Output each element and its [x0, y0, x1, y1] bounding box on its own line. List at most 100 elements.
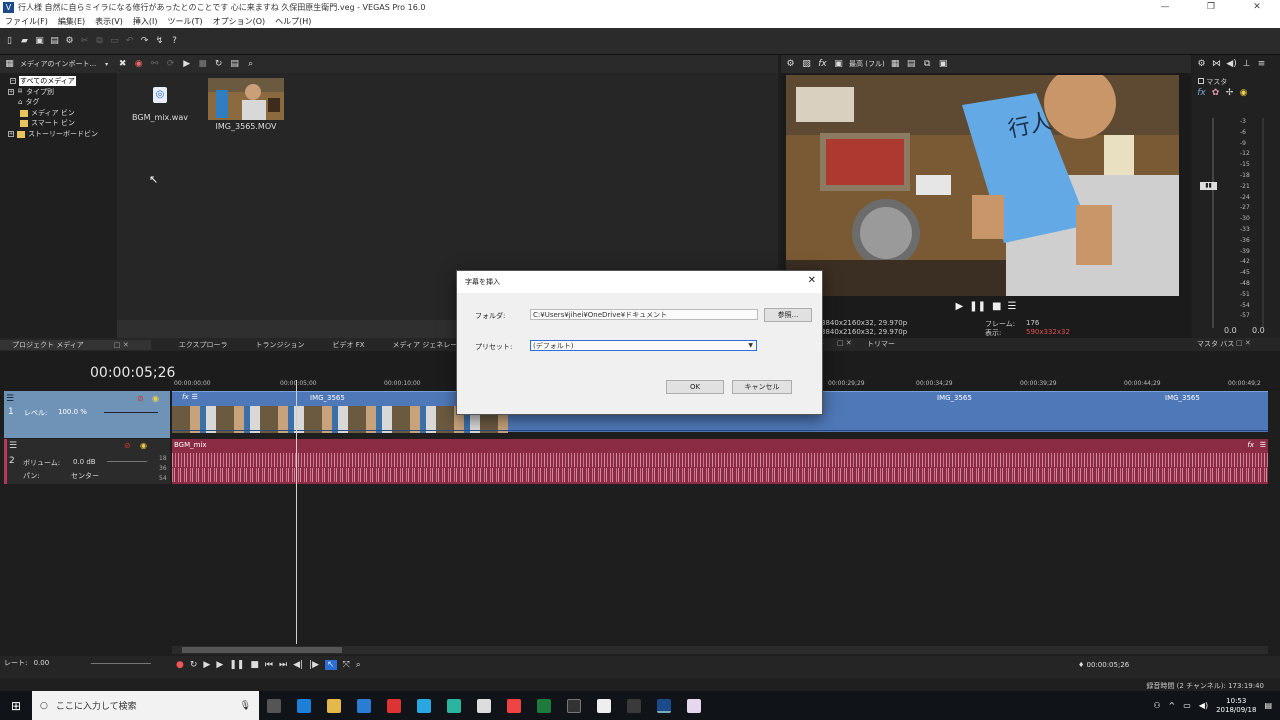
audio-track-header[interactable]: ☰ 2 ボリューム: 0.0 dB パン: センター ⊘ ◉ 18 36 54 [4, 439, 170, 484]
master-fader-handle[interactable]: ▮▮ [1200, 182, 1217, 190]
video-track-header[interactable]: ☰ 1 レベル: 100.0 % ⊘ ◉ [4, 391, 170, 438]
tab-media-generators[interactable]: メディア ジェネレータ [387, 340, 465, 350]
timeline-empty-area[interactable] [0, 484, 1280, 654]
app-red-icon[interactable] [387, 698, 401, 713]
file-explorer-icon[interactable] [327, 698, 341, 713]
tree-item-media-bin[interactable]: メディア ビン [20, 108, 75, 118]
track-menu-icon[interactable]: ☰ [6, 394, 14, 404]
record-icon[interactable]: ● [176, 660, 184, 670]
cut-icon[interactable]: ✂ [79, 36, 90, 47]
collapse-icon[interactable]: − [10, 78, 16, 84]
menu-file[interactable]: ファイル(F) [0, 16, 53, 27]
pause-icon[interactable]: ❚❚ [229, 660, 244, 670]
chevron-down-icon[interactable]: ▼ [748, 341, 753, 351]
automation-icon[interactable]: ✢ [1224, 88, 1235, 99]
master-checkbox[interactable] [1198, 78, 1204, 84]
fx-icon[interactable]: fx [817, 59, 828, 70]
open-folder-icon[interactable]: ▰ [19, 36, 30, 47]
tab-explorer[interactable]: エクスプローラ [173, 340, 228, 350]
app-teal-icon[interactable] [447, 698, 461, 713]
play-preview-icon[interactable]: ▶ [181, 59, 192, 70]
menu-help[interactable]: ヘルプ(H) [270, 16, 316, 27]
media-item-audio[interactable]: ◎ BGM_mix.wav [129, 87, 191, 122]
chrome-icon[interactable] [507, 698, 521, 713]
grid-icon[interactable]: ▦ [890, 59, 901, 70]
app-white-icon[interactable] [597, 698, 611, 713]
zoom-tool-icon[interactable]: ⌕ [356, 660, 361, 670]
save-icon[interactable]: ▣ [34, 36, 45, 47]
import-media-button[interactable]: メディアのインポート... [20, 59, 96, 69]
level-slider[interactable] [104, 412, 158, 413]
import-media-icon[interactable]: ▦ [4, 59, 15, 70]
store-icon[interactable] [357, 698, 371, 713]
copy-icon[interactable]: ⧉ [94, 36, 105, 47]
task-view-icon[interactable] [267, 698, 281, 713]
restore-button[interactable]: ❐ [1188, 0, 1234, 15]
solo-icon[interactable]: ◉ [140, 441, 147, 450]
taskbar-search[interactable]: ○ ここに入力して検索 🎙 [32, 691, 259, 720]
menu-icon[interactable]: ☰ [1007, 301, 1016, 312]
opacity-envelope[interactable] [172, 430, 1268, 431]
menu-view[interactable]: 表示(V) [90, 16, 128, 27]
mute-icon[interactable]: ⊘ [137, 394, 144, 403]
go-to-start-icon[interactable]: ⏮ [265, 660, 273, 670]
mail-icon[interactable] [477, 698, 491, 713]
excel-icon[interactable] [537, 698, 551, 713]
microphone-icon[interactable]: 🎙 [240, 701, 251, 711]
expand-icon[interactable]: + [8, 131, 14, 137]
auto-preview-icon[interactable]: ↻ [213, 59, 224, 70]
split-screen-icon[interactable]: ▨ [801, 59, 812, 70]
notification-icon[interactable]: ▤ [1264, 701, 1272, 710]
pan-icon[interactable]: ⊥ [1241, 59, 1252, 70]
rate-slider[interactable] [91, 662, 152, 664]
views-icon[interactable]: ▤ [229, 59, 240, 70]
scrollbar-thumb[interactable] [182, 647, 342, 653]
creative-cloud-icon[interactable] [567, 698, 581, 713]
tree-item-by-type[interactable]: + ▤ タイプ別 [8, 87, 54, 97]
preview-device-icon[interactable]: ▣ [833, 59, 844, 70]
pause-icon[interactable]: ❚❚ [969, 301, 986, 312]
browse-button[interactable]: 参照... [764, 308, 812, 322]
clip-menu-icon[interactable]: ☰ [1260, 441, 1266, 449]
next-frame-icon[interactable]: |▶ [309, 660, 319, 670]
mute-icon[interactable]: ⊘ [124, 441, 131, 450]
search-icon[interactable]: ⌕ [245, 59, 256, 70]
app-purple-icon[interactable] [687, 698, 701, 713]
close-tab-icon[interactable]: □ ✕ [837, 339, 852, 347]
tab-trimmer[interactable]: トリマー [867, 339, 895, 349]
media-item-video[interactable]: IMG_3565.MOV [207, 78, 285, 131]
volume-icon[interactable]: ◀) [1199, 701, 1208, 710]
track-menu-icon[interactable]: ☰ [9, 441, 17, 451]
mute-icon[interactable]: ◉ [1238, 88, 1249, 99]
minimize-button[interactable]: — [1142, 0, 1188, 15]
dialog-close-icon[interactable]: ✕ [808, 275, 816, 286]
undo-icon[interactable]: ↶ [124, 36, 135, 47]
play-icon[interactable]: ▶ [216, 660, 223, 670]
gear-icon[interactable]: ⚙ [1196, 59, 1207, 70]
tray-chevron-icon[interactable]: ^ [1169, 701, 1176, 710]
menu-options[interactable]: オプション(O) [208, 16, 271, 27]
mixer-icon[interactable]: ≡ [1256, 59, 1267, 70]
network-icon[interactable]: ▭ [1183, 701, 1191, 710]
gear-icon[interactable]: ⚙ [785, 59, 796, 70]
stop-icon[interactable]: ■ [250, 660, 259, 670]
new-file-icon[interactable]: ▯ [4, 36, 15, 47]
tab-master-bus[interactable]: マスタ バス [1197, 339, 1234, 349]
preset-select[interactable]: (デフォルト) ▼ [530, 340, 757, 351]
gear-icon[interactable]: ⚙ [64, 36, 75, 47]
app-blue-icon[interactable] [417, 698, 431, 713]
fx-icon[interactable]: fx [182, 393, 189, 401]
downmix-icon[interactable]: ⋈ [1211, 59, 1222, 70]
loop-icon[interactable]: ↻ [190, 660, 198, 670]
paste-icon[interactable]: ▭ [109, 36, 120, 47]
speaker-icon[interactable]: ◀) [1226, 59, 1237, 70]
person-icon[interactable]: ⚇ [1153, 701, 1160, 710]
expand-icon[interactable]: + [8, 89, 14, 95]
stop-preview-icon[interactable]: ■ [197, 59, 208, 70]
timeline-hscrollbar[interactable] [172, 646, 1268, 654]
remove-media-icon[interactable]: ✖ [117, 59, 128, 70]
tree-item-storyboard-bin[interactable]: + ストーリーボードビン [8, 129, 98, 139]
refresh-icon[interactable]: ⟳ [165, 59, 176, 70]
tree-item-all-media[interactable]: − すべてのメディア [10, 76, 76, 86]
close-tab-icon[interactable]: □ ✕ [1236, 339, 1251, 347]
